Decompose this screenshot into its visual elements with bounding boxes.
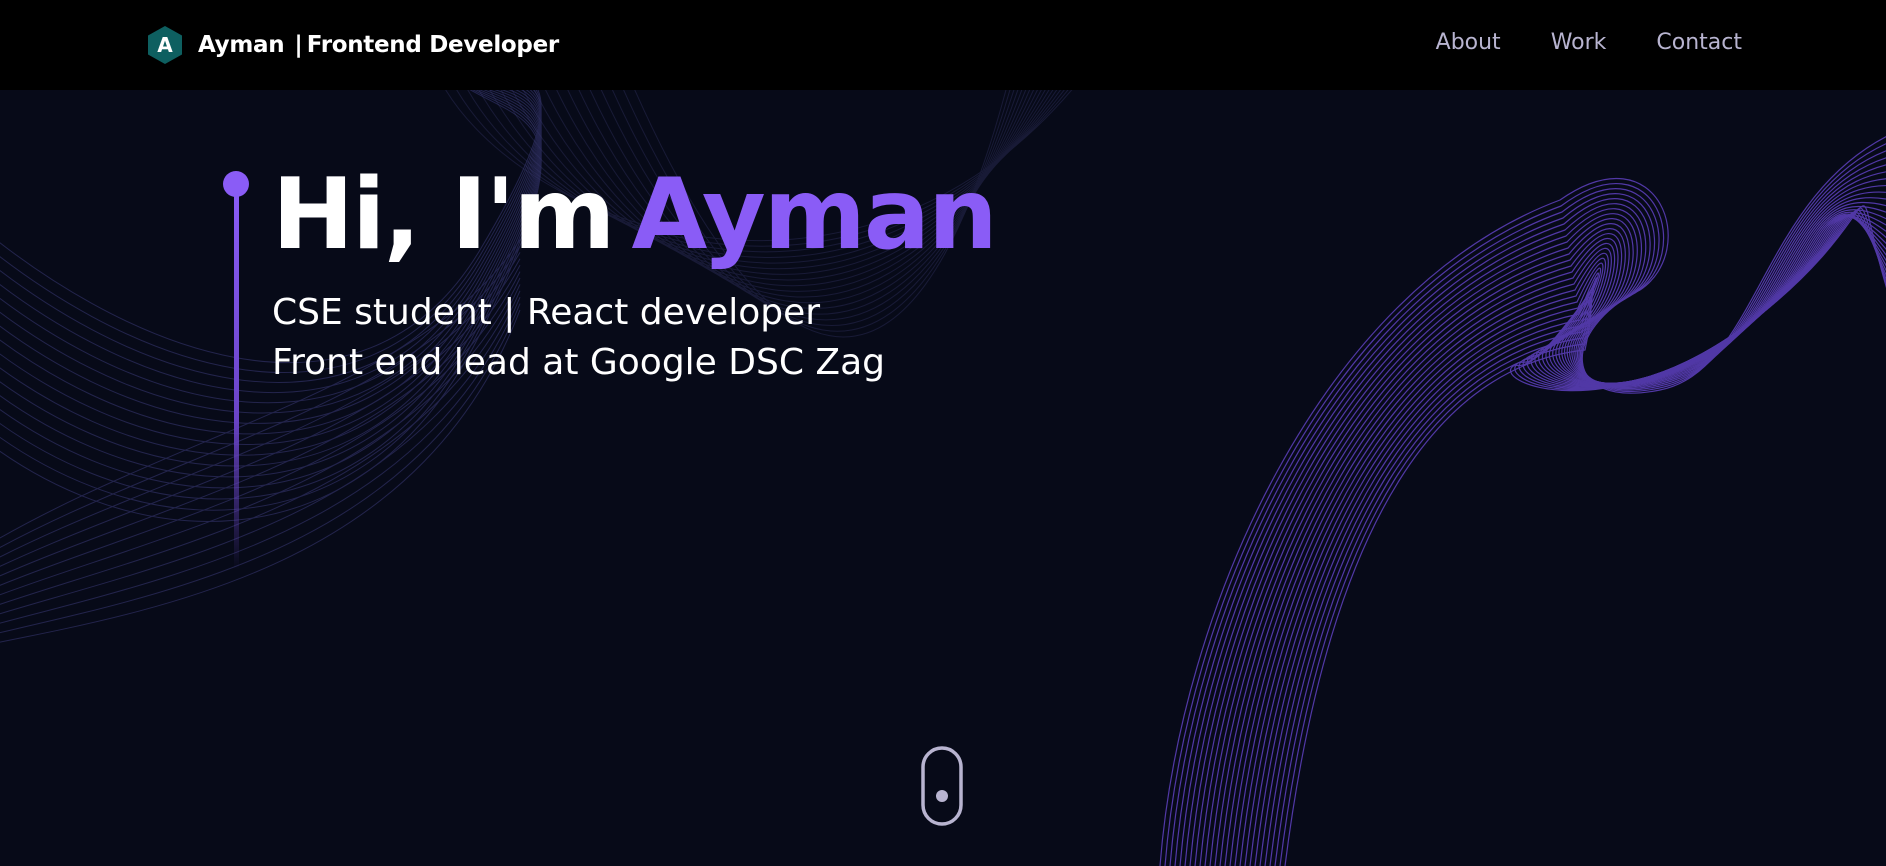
hero-greeting: Hi, I'm xyxy=(272,158,616,272)
hero-subtitle-line-2: Front end lead at Google DSC Zag xyxy=(272,342,886,383)
mouse-scroll-icon[interactable] xyxy=(921,746,963,826)
main-nav: About Work Contact xyxy=(1436,26,1742,60)
brand-link[interactable]: A Ayman | Frontend Developer xyxy=(144,24,559,66)
brand-separator: | xyxy=(294,32,303,58)
brand-role: Frontend Developer xyxy=(306,32,559,58)
hero-subtitle-line-1: CSE student | React developer xyxy=(272,292,821,333)
hero-section: Hi, I'm Ayman CSE student | React develop… xyxy=(0,90,1886,866)
hero-subtitle: CSE student | React developer Front end … xyxy=(272,288,885,388)
hero-name: Ayman xyxy=(631,158,998,272)
logo-letter: A xyxy=(157,33,173,57)
accent-line xyxy=(234,190,239,570)
hexagon-logo-icon: A xyxy=(144,24,186,66)
nav-link-about[interactable]: About xyxy=(1436,26,1501,60)
nav-link-work[interactable]: Work xyxy=(1551,26,1607,60)
nav-link-contact[interactable]: Contact xyxy=(1656,26,1742,60)
brand-name: Ayman xyxy=(198,32,285,58)
top-navbar: A Ayman | Frontend Developer About Work … xyxy=(0,0,1886,90)
portfolio-page: A Ayman | Frontend Developer About Work … xyxy=(0,0,1886,866)
hero-title: Hi, I'm Ayman xyxy=(272,161,998,270)
